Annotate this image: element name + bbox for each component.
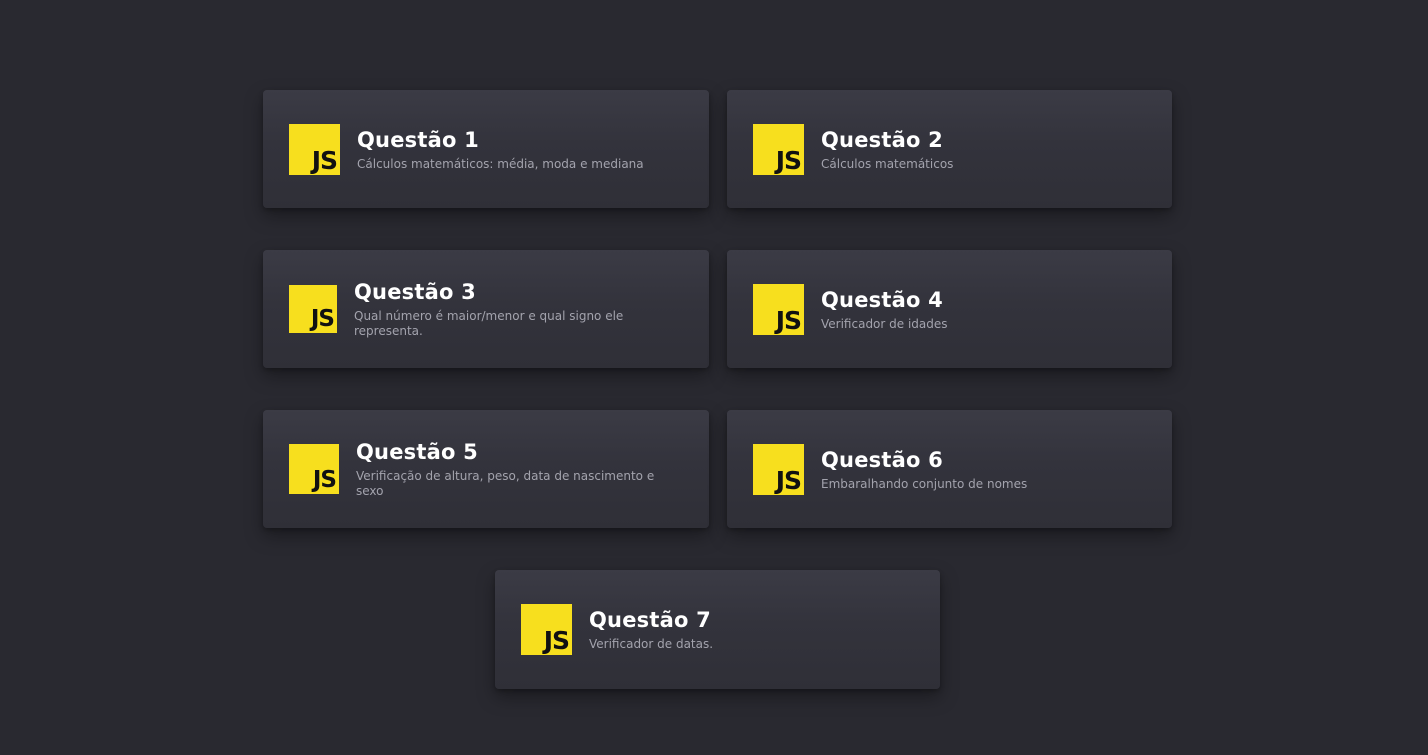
card-description: Qual número é maior/menor e qual signo e… xyxy=(354,309,624,338)
card-title: Questão 3 xyxy=(354,280,476,304)
javascript-icon: JS xyxy=(289,444,339,494)
card-title: Questão 7 xyxy=(589,608,711,632)
card-text: Questão 7 Verificador de datas. xyxy=(589,607,713,652)
question-card-3[interactable]: JS Questão 3 Qual número é maior/menor e… xyxy=(263,250,709,368)
card-description: Embaralhando conjunto de nomes xyxy=(821,476,1028,491)
card-text: Questão 3 Qual número é maior/menor e qu… xyxy=(354,279,654,339)
javascript-icon: JS xyxy=(753,443,804,495)
card-description: Verificação de altura, peso, data de nas… xyxy=(356,469,655,498)
card-title: Questão 5 xyxy=(356,440,478,464)
javascript-icon: JS xyxy=(289,123,340,175)
card-text: Questão 4 Verificador de idades xyxy=(821,287,948,332)
question-card-2[interactable]: JS Questão 2 Cálculos matemáticos xyxy=(727,90,1172,208)
question-card-7[interactable]: JS Questão 7 Verificador de datas. xyxy=(495,570,940,689)
javascript-icon: JS xyxy=(753,283,804,335)
card-text: Questão 2 Cálculos matemáticos xyxy=(821,127,953,172)
card-text: Questão 5 Verificação de altura, peso, d… xyxy=(356,439,671,499)
question-card-4[interactable]: JS Questão 4 Verificador de idades xyxy=(727,250,1172,368)
card-title: Questão 2 xyxy=(821,127,943,152)
card-title: Questão 6 xyxy=(821,447,943,472)
card-description: Cálculos matemáticos xyxy=(821,156,954,171)
question-card-5[interactable]: JS Questão 5 Verificação de altura, peso… xyxy=(263,410,709,528)
card-title: Questão 1 xyxy=(357,127,479,152)
card-description: Verificador de idades xyxy=(821,316,948,331)
question-card-1[interactable]: JS Questão 1 Cálculos matemáticos: média… xyxy=(263,90,709,208)
card-description: Verificador de datas. xyxy=(589,637,714,651)
javascript-icon: JS xyxy=(753,123,804,175)
card-text: Questão 6 Embaralhando conjunto de nomes xyxy=(821,447,1027,492)
card-title: Questão 4 xyxy=(821,287,943,312)
question-card-6[interactable]: JS Questão 6 Embaralhando conjunto de no… xyxy=(727,410,1172,528)
card-text: Questão 1 Cálculos matemáticos: média, m… xyxy=(357,127,644,172)
javascript-icon: JS xyxy=(521,604,572,655)
card-description: Cálculos matemáticos: média, moda e medi… xyxy=(357,156,644,171)
javascript-icon: JS xyxy=(289,285,337,333)
